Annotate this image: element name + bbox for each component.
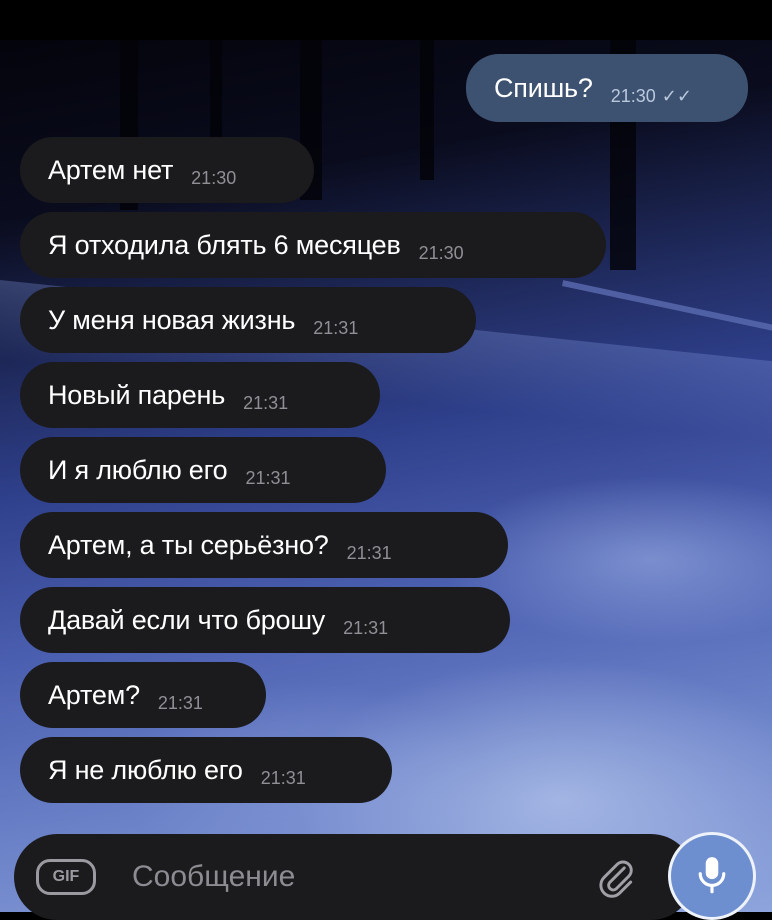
microphone-button[interactable] [668,832,756,920]
incoming-message[interactable]: И я люблю его 21:31 [20,437,386,503]
incoming-message[interactable]: Артем нет 21:30 [20,137,314,203]
message-time: 21:30 [191,167,237,188]
double-check-icon: ✓✓ [661,85,692,106]
gif-label: GIF [52,868,80,885]
incoming-message[interactable]: Новый парень 21:31 [20,362,380,428]
message-text: Давай если что брошу [48,604,326,635]
gif-icon[interactable]: GIF [36,859,96,895]
microphone-icon [698,857,726,894]
message-text: Артем нет [48,154,174,185]
incoming-message[interactable]: Давай если что брошу 21:31 [20,587,510,653]
message-text: Артем, а ты серьёзно? [48,529,329,560]
message-time: 21:30 [610,85,656,106]
message-time: 21:31 [260,767,306,788]
message-text: Артем? [48,679,140,710]
incoming-message[interactable]: Артем, а ты серьёзно? 21:31 [20,512,508,578]
message-time: 21:31 [346,542,392,563]
message-time: 21:31 [313,317,359,338]
outgoing-message[interactable]: Спишь? 21:30 ✓✓ [466,54,748,122]
paperclip-icon[interactable] [594,856,638,900]
message-text: И я люблю его [48,454,228,485]
message-time: 21:31 [245,467,291,488]
message-time: 21:30 [418,242,464,263]
message-text: Спишь? [494,72,593,103]
message-time: 21:31 [243,392,289,413]
incoming-message[interactable]: Я отходила блять 6 месяцев 21:30 [20,212,606,278]
message-text: Я отходила блять 6 месяцев [48,229,401,260]
incoming-message[interactable]: Я не люблю его 21:31 [20,737,392,803]
message-time: 21:31 [343,617,389,638]
message-composer[interactable]: GIF Сообщение [14,834,694,920]
incoming-message[interactable]: Артем? 21:31 [20,662,266,728]
message-text: Я не люблю его [48,754,243,785]
message-time: 21:31 [157,692,203,713]
wallpaper-rail [561,280,772,336]
message-text: У меня новая жизнь [48,304,296,335]
top-black-strip [0,0,772,40]
message-text: Новый парень [48,379,226,410]
wallpaper-tree [420,40,434,180]
incoming-message[interactable]: У меня новая жизнь 21:31 [20,287,476,353]
